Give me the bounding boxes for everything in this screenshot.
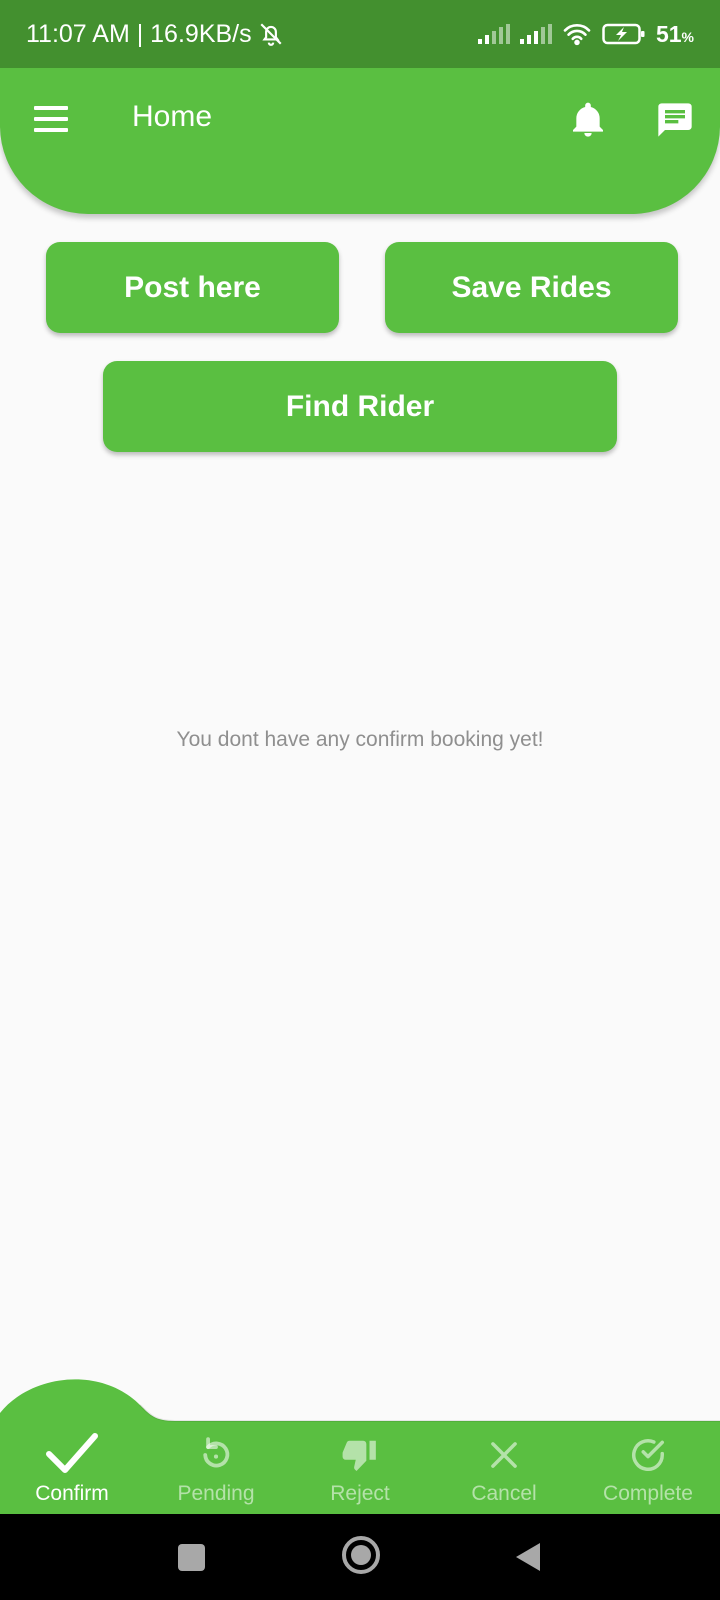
nav-label-pending: Pending — [177, 1482, 255, 1505]
recents-button[interactable] — [178, 1544, 205, 1571]
nav-label-confirm: Confirm — [35, 1482, 109, 1505]
nav-reject[interactable]: Reject — [288, 1421, 432, 1514]
page-title: Home — [132, 100, 213, 133]
empty-booking-message: You dont have any confirm booking yet! — [176, 728, 544, 751]
wifi-icon — [563, 24, 591, 46]
battery-percent: 51% — [655, 20, 694, 47]
system-nav-bar — [0, 1514, 720, 1600]
thumbs-down-icon — [342, 1440, 376, 1471]
nav-pending[interactable]: Pending — [144, 1421, 288, 1514]
chat-icon[interactable] — [654, 100, 696, 140]
nav-complete[interactable]: Complete — [576, 1421, 720, 1514]
app-bar: Home — [0, 60, 720, 214]
nav-label-cancel: Cancel — [471, 1482, 537, 1505]
bell-off-icon — [260, 23, 282, 46]
signal-icon-2 — [519, 24, 552, 44]
home-button[interactable] — [342, 1536, 380, 1574]
refresh-icon — [203, 1437, 230, 1468]
status-right: 51% — [477, 20, 694, 48]
nav-label-reject: Reject — [330, 1482, 390, 1505]
check-icon — [46, 1433, 98, 1473]
check-circle-icon — [632, 1439, 664, 1471]
battery-charging-icon — [602, 23, 645, 45]
save-rides-button[interactable]: Save Rides — [385, 242, 678, 333]
status-left: 11:07 AM | 16.9KB/s — [26, 20, 284, 49]
bottom-nav: Confirm Pending Reject Cancel Complete — [0, 1421, 720, 1514]
menu-icon[interactable] — [34, 106, 68, 132]
status-time: 11:07 AM | 16.9KB/s — [26, 19, 252, 48]
bell-icon[interactable] — [568, 100, 608, 140]
signal-icon — [477, 24, 510, 44]
post-here-button[interactable]: Post here — [46, 242, 339, 333]
nav-label-complete: Complete — [603, 1482, 693, 1505]
nav-cancel[interactable]: Cancel — [432, 1421, 576, 1514]
back-button[interactable] — [514, 1541, 542, 1573]
find-rider-button[interactable]: Find Rider — [103, 361, 617, 452]
status-bar: 11:07 AM | 16.9KB/s 51% — [0, 0, 720, 68]
nav-confirm[interactable]: Confirm — [0, 1421, 144, 1514]
close-icon — [491, 1442, 517, 1468]
